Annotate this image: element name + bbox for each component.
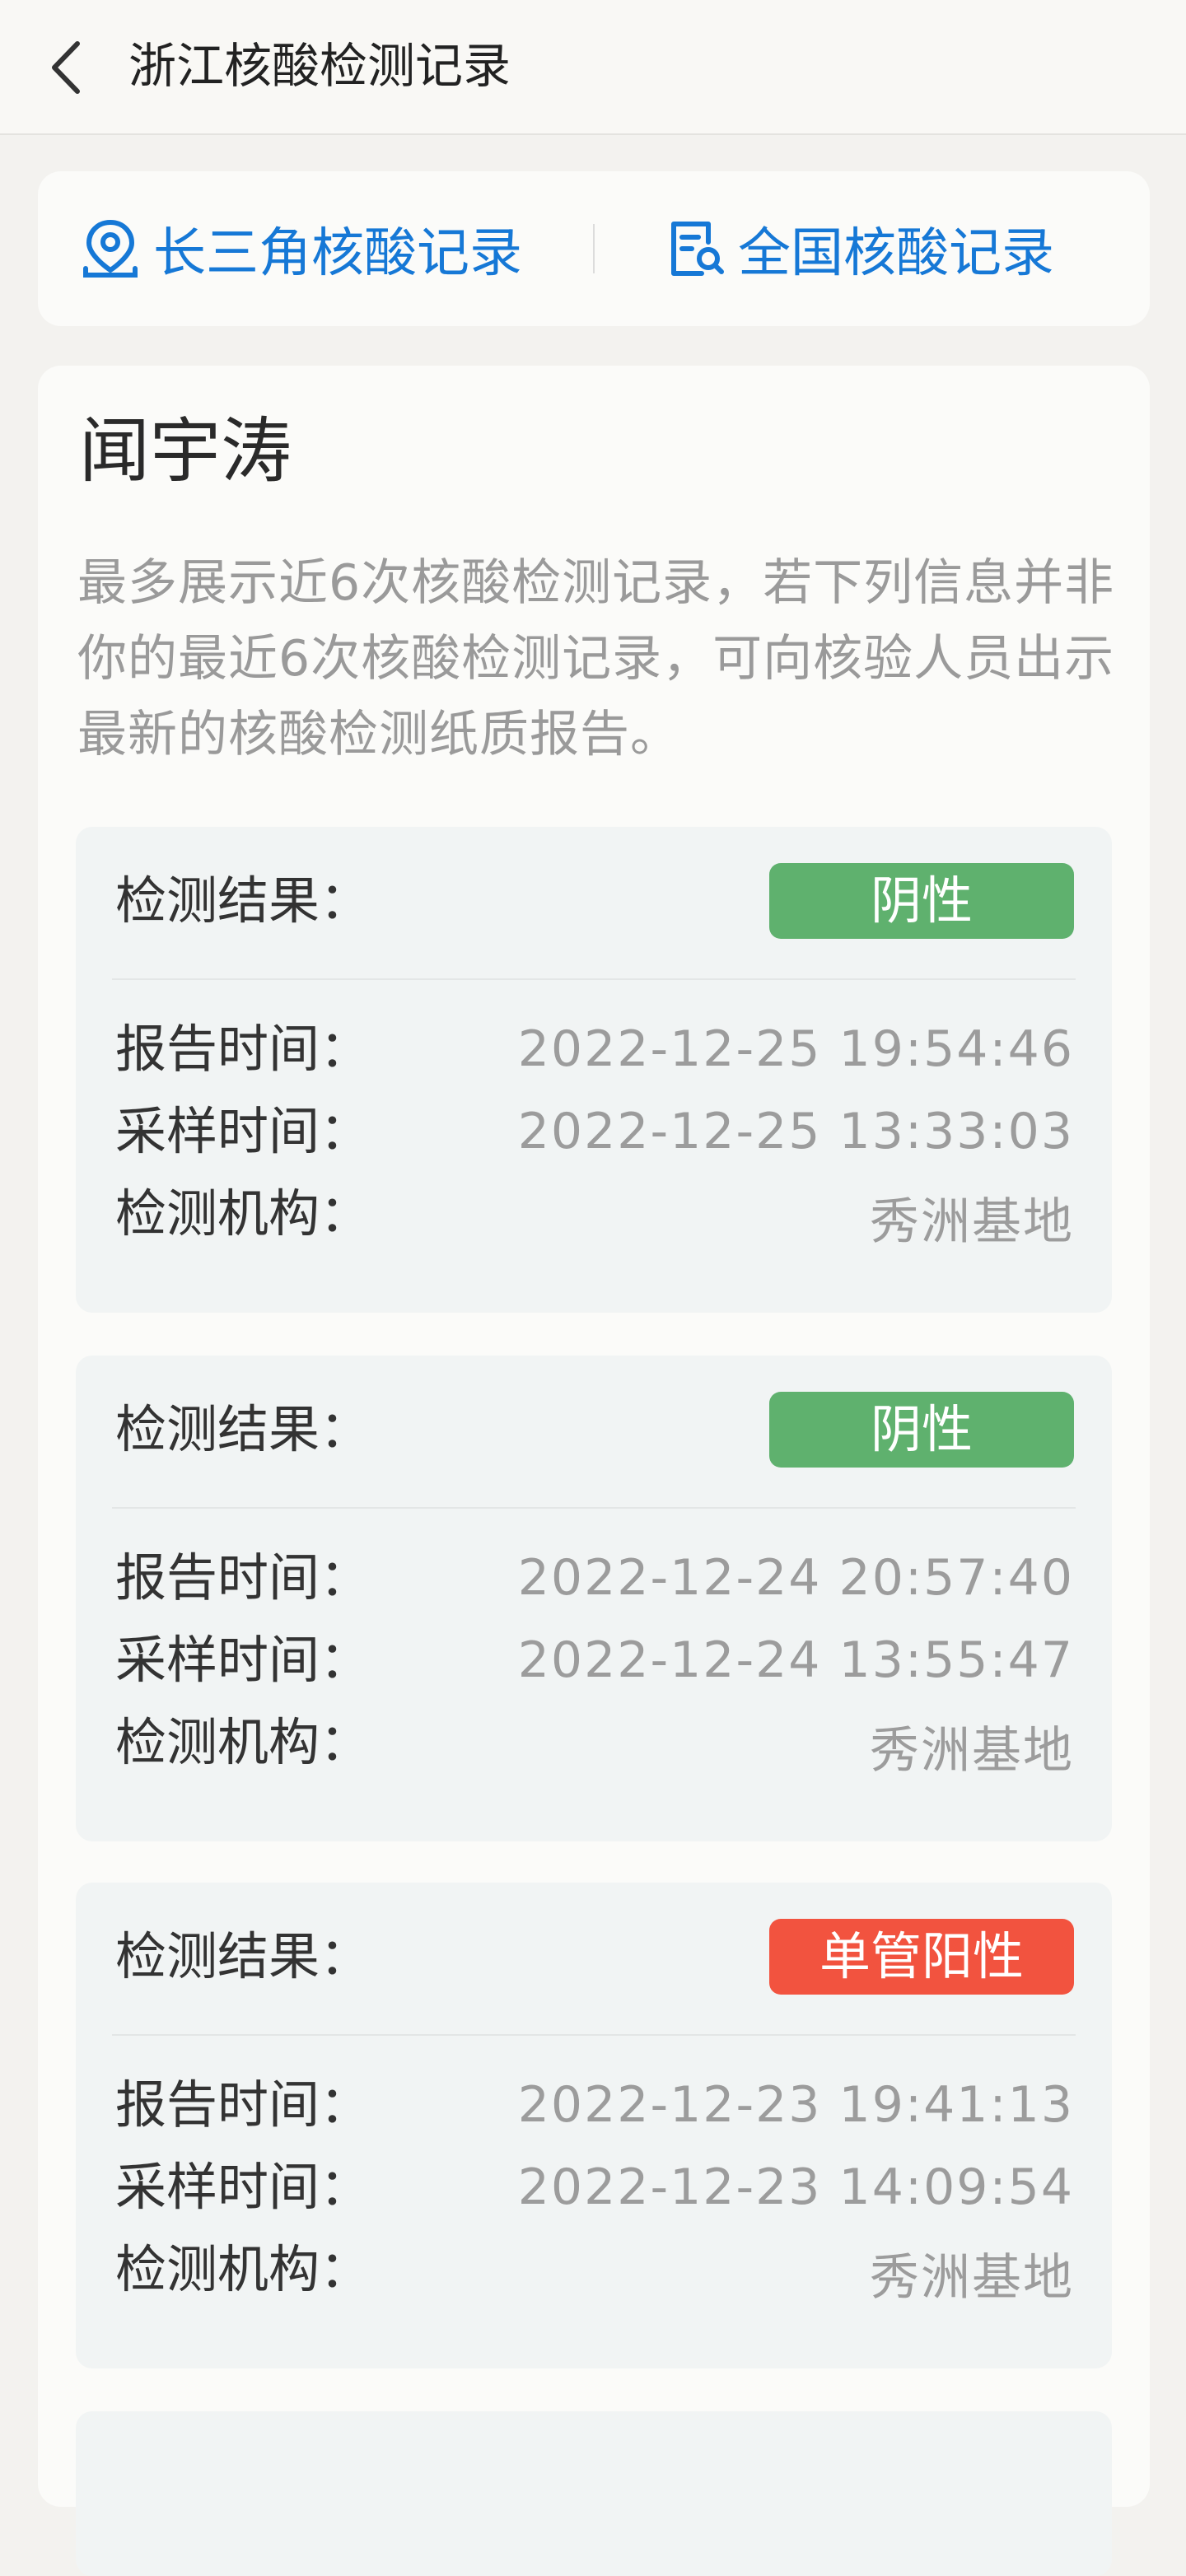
- divider: [112, 978, 1076, 980]
- top-nav-bar: 浙江核酸检测记录: [0, 0, 1186, 135]
- result-badge: 单管阳性: [769, 1919, 1074, 1995]
- user-name: 闻宇涛: [79, 410, 292, 492]
- sample-time-label: 采样时间：: [115, 2157, 371, 2217]
- report-time-value: 2022-12-25 19:54:46: [517, 1020, 1074, 1078]
- chevron-left-icon: [52, 41, 80, 94]
- tab-label: 全国核酸记录: [738, 223, 1054, 284]
- institution-value: 秀洲基地: [870, 2249, 1074, 2307]
- divider: [112, 2034, 1076, 2036]
- institution-label: 检测机构：: [115, 1183, 371, 1244]
- institution-value: 秀洲基地: [870, 1193, 1074, 1251]
- sample-time-value: 2022-12-24 13:55:47: [517, 1631, 1074, 1689]
- result-badge: 阴性: [769, 863, 1074, 939]
- sample-time-value: 2022-12-25 13:33:03: [517, 1103, 1074, 1160]
- report-time-value: 2022-12-23 19:41:13: [517, 2076, 1074, 2134]
- page-title: 浙江核酸检测记录: [128, 38, 511, 94]
- tab-label: 长三角核酸记录: [153, 223, 522, 284]
- sample-time-value: 2022-12-23 14:09:54: [517, 2158, 1074, 2216]
- report-time-value: 2022-12-24 20:57:40: [517, 1549, 1074, 1607]
- result-label: 检测结果：: [115, 1399, 371, 1459]
- result-label: 检测结果：: [115, 870, 371, 931]
- result-badge: 阴性: [769, 1392, 1074, 1468]
- report-time-label: 报告时间：: [115, 2074, 371, 2135]
- test-record: 检测结果： 阴性 报告时间： 2022-12-25 19:54:46 采样时间：…: [76, 827, 1112, 1313]
- tab-national-records[interactable]: 全国核酸记录: [664, 171, 1054, 326]
- institution-value: 秀洲基地: [870, 1722, 1074, 1780]
- report-time-label: 报告时间：: [115, 1019, 371, 1079]
- result-label: 检测结果：: [115, 1926, 371, 1986]
- tab-yangtze-delta-records[interactable]: 长三角核酸记录: [79, 171, 522, 326]
- sample-time-label: 采样时间：: [115, 1630, 371, 1690]
- record-tabs-card: 长三角核酸记录 全国核酸记录: [38, 171, 1150, 326]
- document-search-icon: [671, 222, 724, 276]
- location-pin-icon: [83, 220, 138, 278]
- back-button[interactable]: [33, 28, 99, 107]
- records-notice: 最多展示近6次核酸检测记录，若下列信息并非你的最近6次核酸检测记录，可向核验人员…: [77, 554, 1115, 763]
- test-record: 检测结果： 阴性 报告时间： 2022-12-24 20:57:40 采样时间：…: [76, 1356, 1112, 1841]
- sample-time-label: 采样时间：: [115, 1101, 371, 1161]
- institution-label: 检测机构：: [115, 1712, 371, 1772]
- tab-divider: [593, 224, 595, 273]
- test-records-card: 闻宇涛 最多展示近6次核酸检测记录，若下列信息并非你的最近6次核酸检测记录，可向…: [38, 366, 1150, 2576]
- divider: [112, 1507, 1076, 1509]
- report-time-label: 报告时间：: [115, 1547, 371, 1608]
- institution-label: 检测机构：: [115, 2239, 371, 2299]
- test-record: 检测结果： 单管阳性 报告时间： 2022-12-23 19:41:13 采样时…: [76, 1883, 1112, 2368]
- test-record-partial: [76, 2411, 1112, 2576]
